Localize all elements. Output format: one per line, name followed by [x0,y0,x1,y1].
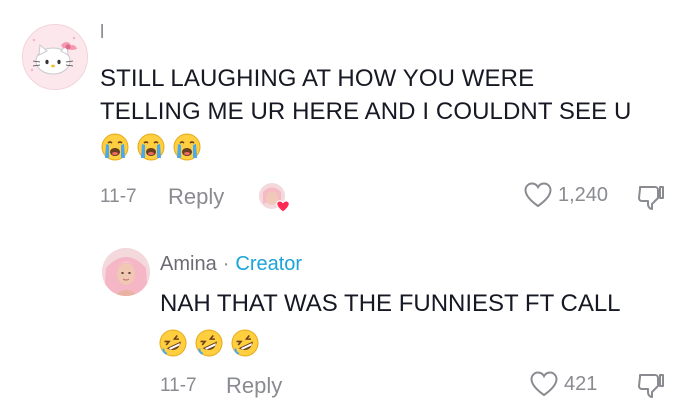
comment-text: STILL LAUGHING AT HOW YOU WERE TELLING M… [100,62,680,128]
rolling-on-the-floor-laughing-icon [159,329,187,357]
comment-date: 11-7 [100,186,137,207]
heart-outline-icon [530,371,558,397]
reply-dislike-button[interactable] [636,370,666,405]
thumbs-down-icon [638,186,664,210]
comment-text-line-1: STILL LAUGHING AT HOW YOU WERE [100,65,535,92]
creator-liked-heart-avatar-icon [259,183,290,213]
amina-avatar-icon [102,248,150,296]
comment-reply-button[interactable]: Reply [168,184,224,210]
loudly-crying-face-icon [137,133,165,161]
comment-like-count: 1,240 [558,183,609,206]
creator-liked-badge [258,182,290,213]
comment-text-line-2: TELLING ME UR HERE AND I COULDNT SEE U [100,98,632,125]
comment-emoji-row [100,132,202,162]
thumbs-down-icon [638,374,664,398]
reply-date: 11-7 [160,375,197,396]
loudly-crying-face-icon [173,133,201,161]
reply-author-avatar[interactable] [102,248,150,296]
loudly-crying-face-icon [101,133,129,161]
rolling-on-the-floor-laughing-icon [231,329,259,357]
reply-like-button[interactable]: 421 [530,371,597,397]
heart-outline-icon [524,182,552,208]
comment-dislike-button[interactable] [636,182,666,217]
reply-emoji-row [158,328,260,358]
reply-author-name[interactable]: Amina [160,253,217,276]
reply-like-count: 421 [564,372,598,395]
rolling-on-the-floor-laughing-icon [195,329,223,357]
reply-author-line: Amina · Creator [160,253,302,276]
reply-reply-button[interactable]: Reply [226,373,282,399]
creator-badge: Creator [235,253,303,275]
comment-like-button[interactable]: 1,240 [524,182,608,208]
reply-text: NAH THAT WAS THE FUNNIEST FT CALL [160,290,621,317]
reply-author-separator: · [222,253,230,275]
commenter-avatar[interactable] [22,24,88,90]
hello-kitty-icon [23,25,87,89]
commenter-username[interactable]: l [100,22,104,44]
